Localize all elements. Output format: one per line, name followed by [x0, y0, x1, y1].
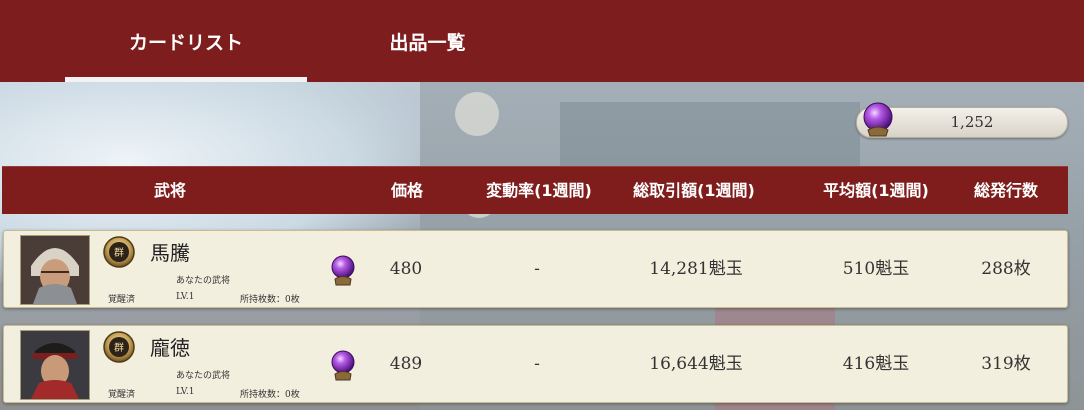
currency-amount: 1,252 [950, 113, 994, 131]
average-value: 416魁玉 [842, 354, 910, 374]
level-label: LV.1 [176, 387, 195, 397]
svg-text:群: 群 [114, 341, 124, 354]
price-value: 480 [389, 259, 423, 279]
change-rate-value: - [534, 259, 540, 279]
tab-listings[interactable]: 出品一覧 [360, 0, 495, 82]
level-label: LV.1 [176, 292, 195, 302]
awakened-label: 覚醒済 [108, 295, 136, 305]
table-row[interactable]: 群 龐徳 あなたの武将 覚醒済 LV.1 所持枚数：0枚 489 - 16,64… [3, 325, 1068, 403]
faction-badge-icon: 群 [103, 236, 135, 268]
general-name: 馬騰 [150, 241, 190, 265]
purple-orb-icon [863, 102, 893, 137]
lantern [455, 92, 499, 136]
header-change-rate: 変動率(1週間) [486, 181, 592, 200]
change-rate-value: - [534, 354, 540, 374]
average-value: 510魁玉 [842, 259, 910, 279]
general-portrait [20, 330, 90, 400]
purple-orb-icon [331, 350, 355, 381]
svg-text:群: 群 [114, 246, 124, 259]
active-tab-indicator [65, 77, 307, 82]
total-trade-value: 16,644魁玉 [649, 354, 743, 374]
header-total-trade: 総取引額(1週間) [633, 181, 755, 200]
tab-listings-label: 出品一覧 [389, 31, 466, 54]
awakened-label: 覚醒済 [108, 390, 136, 400]
owner-label: あなたの武将 [176, 276, 231, 286]
held-count-label: 所持枚数：0枚 [240, 295, 300, 305]
table-header: 武将 価格 変動率(1週間) 総取引額(1週間) 平均額(1週間) 総発行数 [2, 166, 1068, 214]
total-issued-value: 288枚 [981, 259, 1031, 279]
top-nav: カードリスト 出品一覧 [0, 0, 1084, 82]
general-portrait [20, 235, 90, 305]
held-count-label: 所持枚数：0枚 [240, 390, 300, 400]
currency-balance: 1,252 [856, 102, 1068, 138]
faction-badge-icon: 群 [103, 331, 135, 363]
header-general: 武将 [153, 181, 186, 200]
tab-card-list-label: カードリスト [128, 31, 243, 54]
total-trade-value: 14,281魁玉 [649, 259, 743, 279]
tab-card-list[interactable]: カードリスト [65, 0, 307, 82]
total-issued-value: 319枚 [981, 354, 1031, 374]
header-price: 価格 [390, 181, 423, 200]
table-row[interactable]: 群 馬騰 あなたの武将 覚醒済 LV.1 所持枚数：0枚 480 - 14,28… [3, 230, 1068, 308]
general-name: 龐徳 [150, 336, 190, 360]
header-total-issued: 総発行数 [973, 181, 1038, 200]
purple-orb-icon [331, 255, 355, 286]
owner-label: あなたの武将 [176, 371, 231, 381]
price-value: 489 [389, 354, 423, 374]
header-average: 平均額(1週間) [823, 181, 929, 200]
